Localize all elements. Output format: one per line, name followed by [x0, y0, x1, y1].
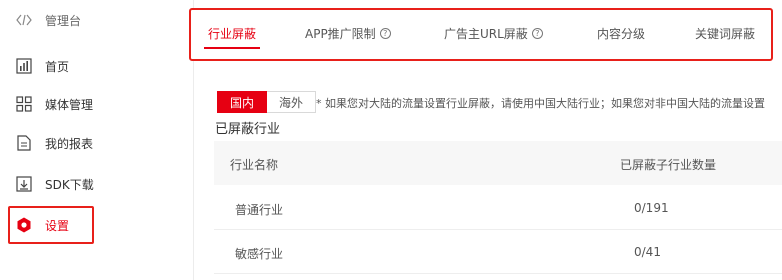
column-header-blocked-count: 已屏蔽子行业数量 [620, 158, 717, 172]
help-icon[interactable]: ? [531, 28, 543, 39]
sidebar-item-label: 管理台 [45, 13, 82, 28]
grid-icon [16, 96, 32, 112]
sidebar-item-label: 设置 [45, 218, 70, 233]
sidebar-item-label: 媒体管理 [45, 97, 94, 112]
tab-label: 广告主URL屏蔽 [444, 27, 528, 41]
sidebar-item-sdk[interactable]: SDK下载 [16, 172, 94, 196]
document-icon [16, 135, 32, 151]
region-overseas-button[interactable]: 海外 [267, 91, 317, 113]
column-header-industry: 行业名称 [230, 158, 279, 172]
tab-app-promo-limit[interactable]: APP推广限制 ? [305, 25, 391, 42]
blocked-count: 0/191 [634, 201, 669, 215]
tab-advertiser-url-block[interactable]: 广告主URL屏蔽 ? [444, 25, 543, 42]
row-divider [214, 229, 782, 230]
blocked-count: 0/41 [634, 245, 661, 259]
sidebar-item-label: 我的报表 [45, 136, 94, 151]
tab-bar: 行业屏蔽 APP推广限制 ? 广告主URL屏蔽 ? 内容分级 关键词屏蔽 [189, 8, 773, 61]
tab-keyword-block[interactable]: 关键词屏蔽 [695, 25, 755, 42]
tab-content-rating[interactable]: 内容分级 [597, 25, 645, 42]
sidebar-item-media[interactable]: 媒体管理 [16, 92, 93, 116]
sidebar-item-reports[interactable]: 我的报表 [16, 131, 93, 155]
row-divider [214, 273, 782, 274]
sidebar: 管理台 首页 媒体管理 我的报表 SDK下载 设置 [0, 0, 194, 280]
active-tab-indicator [204, 47, 260, 49]
hexagon-gear-icon [16, 217, 32, 233]
table-header: 行业名称 已屏蔽子行业数量 [214, 141, 782, 185]
region-domestic-button[interactable]: 国内 [217, 91, 268, 113]
tab-label: 内容分级 [597, 27, 646, 41]
sidebar-item-label: SDK下载 [45, 177, 94, 192]
sidebar-item-label: 首页 [45, 59, 70, 74]
tab-label: APP推广限制 [305, 27, 376, 41]
sidebar-item-home[interactable]: 首页 [16, 54, 69, 78]
tab-label: 行业屏蔽 [208, 27, 257, 41]
region-switch: 国内 海外 [217, 91, 317, 113]
region-note: * 如果您对大陆的流量设置行业屏蔽，请使用中国大陆行业；如果您对非中国大陆的流量… [316, 97, 765, 110]
section-title: 已屏蔽行业 [215, 122, 281, 137]
download-icon [16, 176, 32, 192]
tab-label: 关键词屏蔽 [695, 27, 756, 41]
bar-chart-icon [16, 58, 32, 74]
sidebar-item-console[interactable]: 管理台 [16, 8, 81, 32]
industry-name: 敏感行业 [235, 247, 284, 261]
help-icon[interactable]: ? [379, 28, 391, 39]
tab-industry-block[interactable]: 行业屏蔽 [208, 25, 256, 42]
code-brackets-icon [16, 12, 32, 28]
sidebar-item-settings[interactable]: 设置 [16, 213, 69, 237]
industry-name: 普通行业 [235, 203, 284, 217]
